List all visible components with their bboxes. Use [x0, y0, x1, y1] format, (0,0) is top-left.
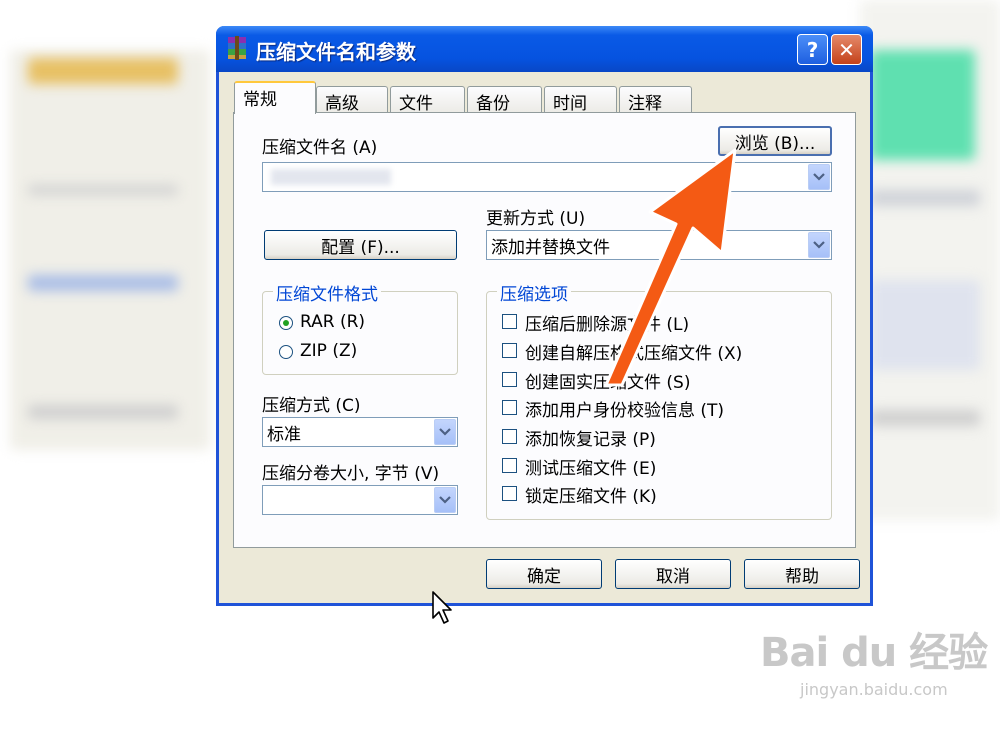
chevron-down-icon[interactable]	[808, 232, 830, 258]
close-icon: ✕	[838, 37, 855, 62]
archive-options-group: 压缩选项 压缩后删除源文件 (L) 创建自解压格式压缩文件 (X) 创建固实压缩…	[486, 280, 832, 520]
archive-format-title: 压缩文件格式	[273, 280, 381, 305]
blurred-filename	[271, 169, 391, 185]
chevron-down-icon[interactable]	[808, 164, 830, 190]
option-label[interactable]: 添加用户身份校验信息 (T)	[525, 396, 724, 421]
option-label[interactable]: 添加恢复记录 (P)	[525, 425, 656, 450]
zip-radio-label[interactable]: ZIP (Z)	[300, 341, 357, 361]
window-title: 压缩文件名和参数	[256, 40, 416, 64]
help-icon: ?	[806, 37, 819, 62]
tab-backup[interactable]: 备份	[467, 86, 542, 114]
volume-size-label: 压缩分卷大小, 字节 (V)	[262, 464, 440, 484]
compression-method-value: 标准	[267, 425, 301, 445]
background-text-line	[28, 405, 178, 419]
rar-radio-label[interactable]: RAR (R)	[300, 312, 365, 332]
background-text-line	[28, 185, 178, 195]
mouse-cursor-icon	[432, 591, 452, 624]
tab-time[interactable]: 时间	[544, 86, 617, 114]
winrar-icon	[228, 36, 246, 60]
zip-radio[interactable]	[279, 345, 293, 359]
volume-size-select[interactable]	[262, 485, 458, 515]
compression-method-label: 压缩方式 (C)	[262, 396, 361, 416]
chevron-down-icon[interactable]	[434, 487, 456, 513]
sfx-checkbox[interactable]	[502, 343, 517, 358]
compression-method-select[interactable]: 标准	[262, 417, 458, 447]
archive-name-label: 压缩文件名 (A)	[262, 138, 378, 158]
title-bar[interactable]: 压缩文件名和参数 ? ✕	[216, 26, 873, 72]
tab-advanced[interactable]: 高级	[316, 86, 388, 114]
archive-options-title: 压缩选项	[497, 280, 571, 305]
ok-button[interactable]: 确定	[486, 559, 602, 589]
update-method-label: 更新方式 (U)	[486, 209, 586, 229]
recovery-record-checkbox[interactable]	[502, 429, 517, 444]
archive-format-group: 压缩文件格式 RAR (R) ZIP (Z)	[262, 280, 458, 375]
option-label[interactable]: 创建自解压格式压缩文件 (X)	[525, 339, 742, 364]
profiles-button[interactable]: 配置 (F)...	[264, 230, 457, 260]
watermark-url: jingyan.baidu.com	[800, 680, 948, 699]
tab-files[interactable]: 文件	[390, 86, 465, 114]
watermark-logo: Bai du 经验	[760, 630, 988, 676]
update-method-value: 添加并替换文件	[491, 238, 610, 258]
background-blue-bar	[28, 275, 178, 291]
chevron-down-icon[interactable]	[434, 419, 456, 445]
option-label[interactable]: 锁定压缩文件 (K)	[525, 482, 657, 507]
help-title-button[interactable]: ?	[797, 34, 828, 65]
authenticity-checkbox[interactable]	[502, 400, 517, 415]
browse-button[interactable]: 浏览 (B)...	[718, 126, 832, 156]
background-text-line	[870, 410, 980, 426]
background-banner	[28, 58, 178, 84]
cancel-button[interactable]: 取消	[615, 559, 731, 589]
test-archive-checkbox[interactable]	[502, 458, 517, 473]
option-label[interactable]: 创建固实压缩文件 (S)	[525, 368, 690, 393]
background-page-left	[10, 50, 210, 450]
background-green-block	[870, 50, 975, 160]
update-method-select[interactable]: 添加并替换文件	[486, 230, 832, 260]
tab-comment[interactable]: 注释	[619, 86, 692, 114]
close-button[interactable]: ✕	[831, 34, 862, 65]
archive-dialog: 压缩文件名和参数 ? ✕ 常规 高级 文件 备份 时间 注释 压缩文件名 (A)…	[216, 26, 873, 606]
option-label[interactable]: 测试压缩文件 (E)	[525, 454, 656, 479]
rar-radio[interactable]	[279, 316, 293, 330]
help-button[interactable]: 帮助	[744, 559, 860, 589]
general-tab-panel: 压缩文件名 (A) 浏览 (B)... 更新方式 (U) 配置 (F)... 添…	[233, 112, 856, 548]
tab-general[interactable]: 常规	[234, 81, 316, 114]
background-text-line	[870, 190, 980, 206]
delete-after-checkbox[interactable]	[502, 314, 517, 329]
solid-checkbox[interactable]	[502, 372, 517, 387]
option-label[interactable]: 压缩后删除源文件 (L)	[525, 310, 689, 335]
lock-archive-checkbox[interactable]	[502, 486, 517, 501]
background-panel	[870, 280, 980, 370]
baidu-watermark: Bai du 经验 jingyan.baidu.com	[760, 620, 988, 699]
archive-name-combo[interactable]	[262, 162, 832, 192]
